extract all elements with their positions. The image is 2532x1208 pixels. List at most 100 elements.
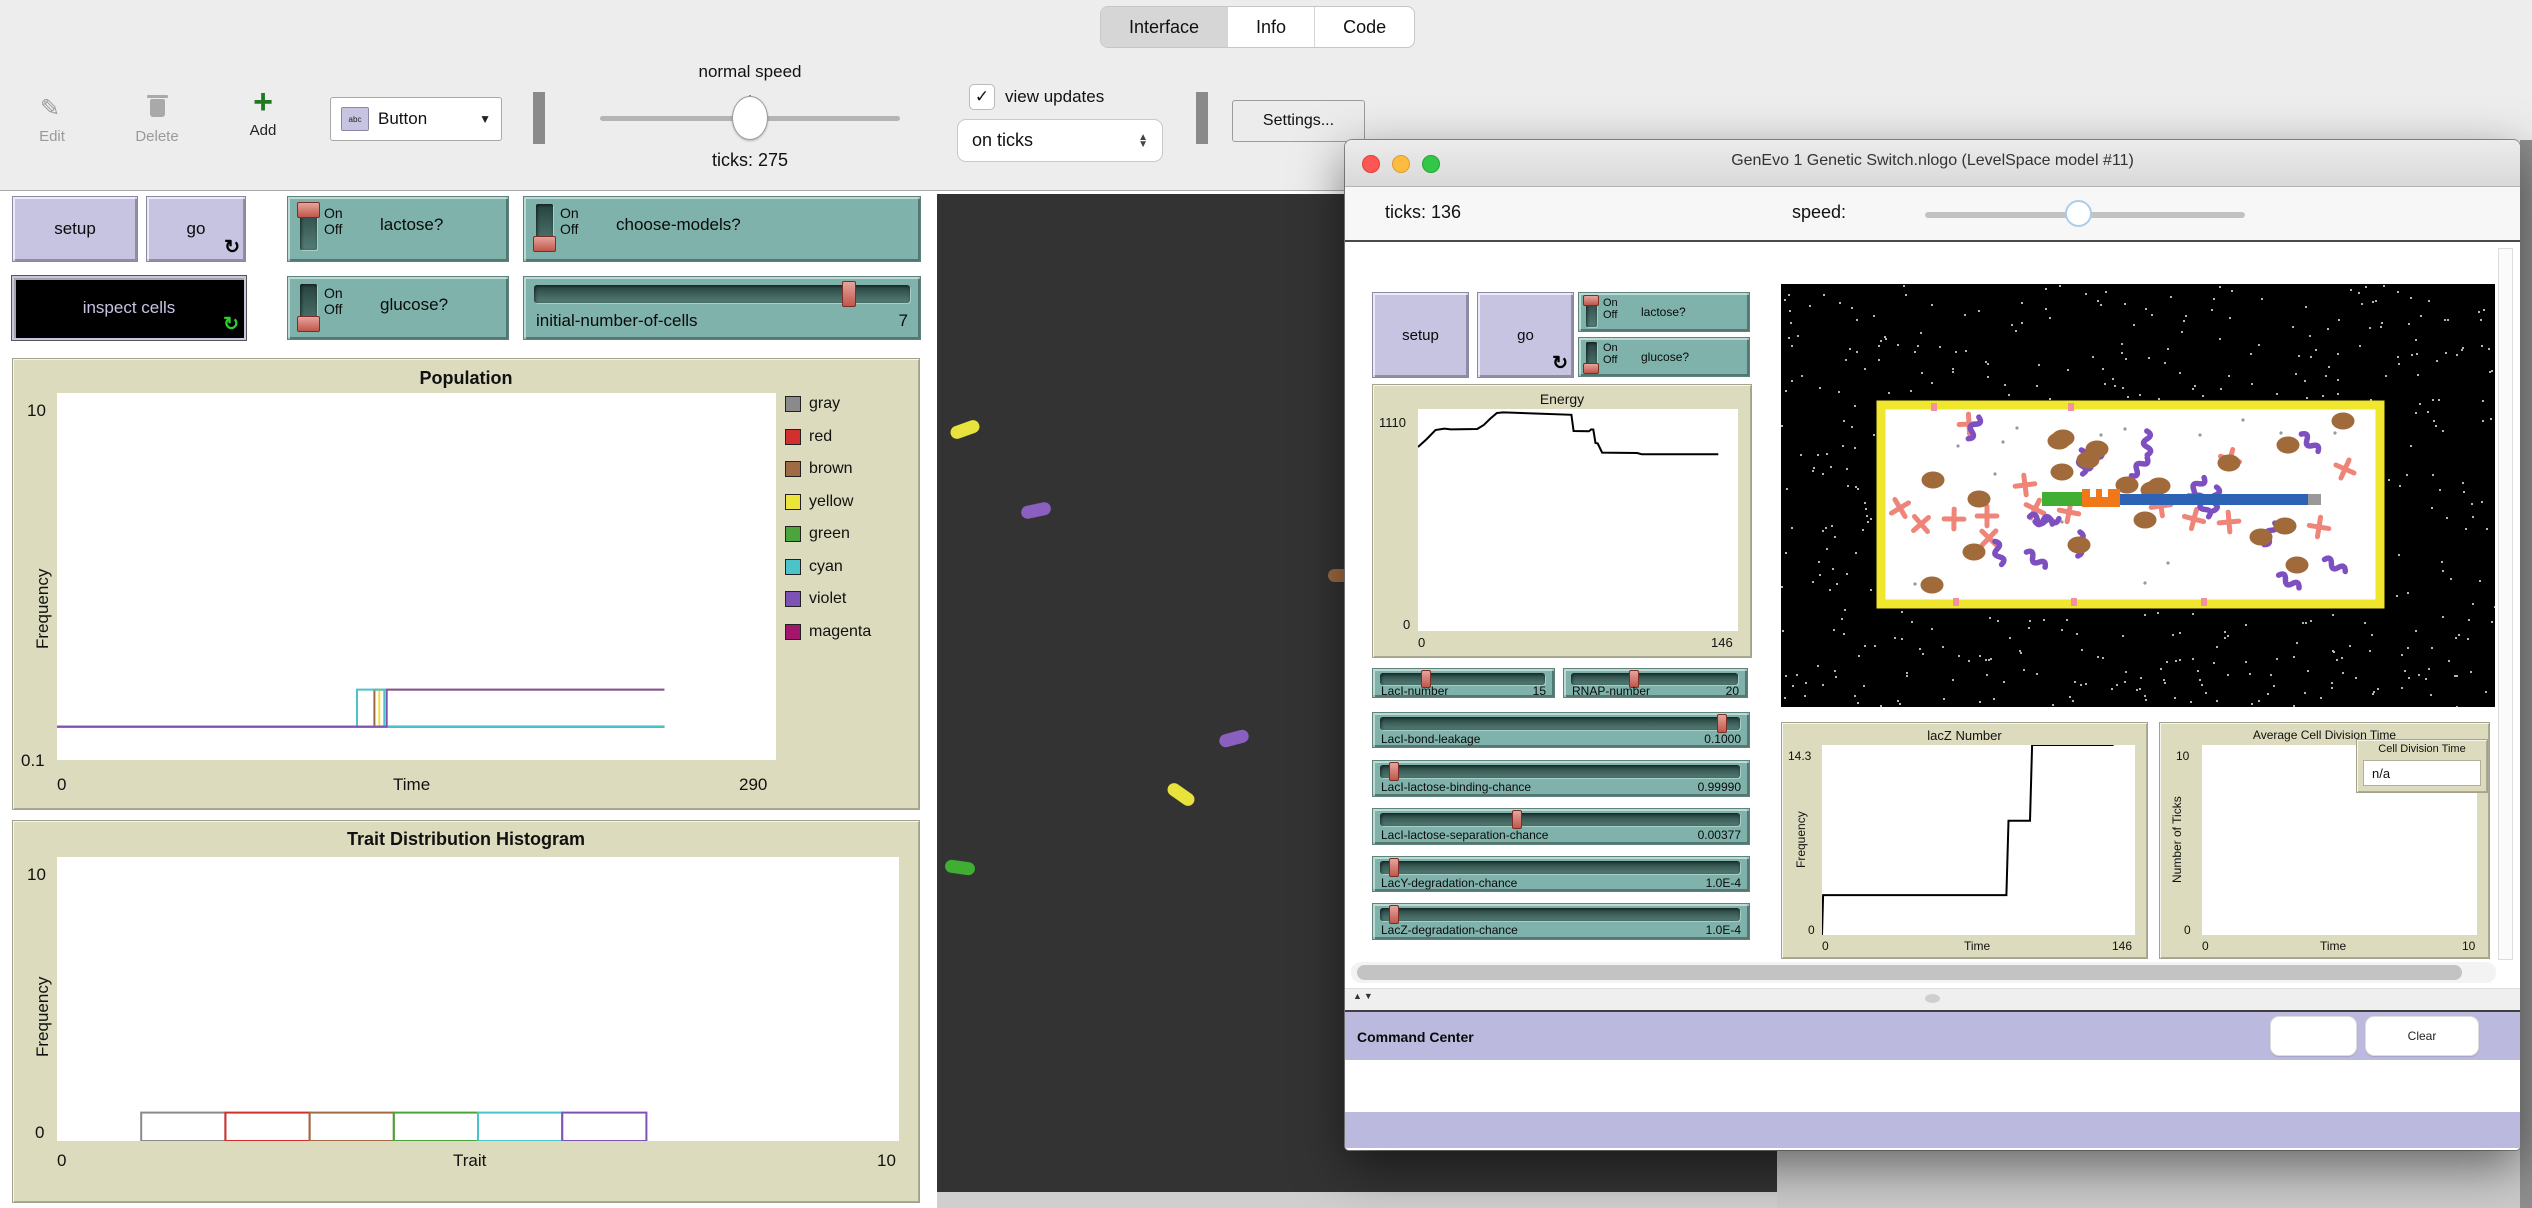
y-min-label: 0	[1808, 923, 1815, 937]
x-axis-label: Time	[1964, 939, 1991, 953]
forever-icon: ↻	[224, 237, 240, 258]
laci-number-slider[interactable]: LacI-number 15	[1372, 668, 1555, 698]
select-chevrons-icon: ▲ ▼	[1138, 131, 1148, 150]
rnap-number-slider[interactable]: RNAP-number 20	[1563, 668, 1748, 698]
slider-groove[interactable]	[1380, 908, 1740, 921]
netlogo-app: Interface Info Code ✎ Edit Delete + Add …	[0, 0, 2532, 1208]
x-max-label: 290	[739, 775, 768, 794]
laci-bond-leakage-slider[interactable]: LacI-bond-leakage 0.1000	[1372, 712, 1750, 748]
switch-toggle[interactable]	[1583, 295, 1599, 327]
on-label: On	[560, 205, 579, 221]
horizontal-scrollbar-thumb[interactable]	[1357, 965, 2462, 980]
cell[interactable]	[948, 418, 982, 441]
y-max-label: 10	[27, 865, 46, 884]
switch-knob[interactable]	[533, 236, 556, 252]
genevo-world-view[interactable]	[1781, 284, 2495, 707]
settings-button[interactable]: Settings...	[1232, 100, 1365, 142]
window-speed-slider-knob[interactable]	[2065, 200, 2092, 227]
switch-knob[interactable]	[297, 316, 320, 332]
hist-bar-brown	[308, 1111, 395, 1141]
inspect-cells-button[interactable]: inspect cells ↻	[11, 275, 247, 341]
initial-number-of-cells-slider[interactable]: initial-number-of-cells 7	[523, 276, 921, 340]
slider-value: 7	[898, 311, 908, 330]
splitter-arrows-icon[interactable]: ▲▼	[1353, 991, 1375, 1001]
tab-info[interactable]: Info	[1228, 7, 1316, 47]
series-cyan	[57, 688, 665, 728]
switch-toggle[interactable]	[1583, 342, 1599, 374]
slider-knob[interactable]	[1389, 905, 1399, 924]
toolbar-separator-2	[1196, 92, 1208, 144]
lactose-switch[interactable]: On Off lactose?	[287, 196, 509, 262]
legend-label: magenta	[809, 622, 872, 640]
laci-lactose-binding-chance-slider[interactable]: LacI-lactose-binding-chance 0.99990	[1372, 760, 1750, 797]
nutrient-molecule	[2050, 463, 2074, 481]
switch-knob[interactable]	[1583, 295, 1599, 306]
slider-knob[interactable]	[842, 281, 856, 307]
delete-button[interactable]: Delete	[132, 88, 182, 145]
add-button[interactable]: + Add	[238, 82, 288, 140]
lacy-degradation-chance-slider[interactable]: LacY-degradation-chance 1.0E-4	[1372, 856, 1750, 892]
setup-button[interactable]: setup	[1372, 292, 1469, 378]
cell[interactable]	[1217, 728, 1251, 749]
choose-models-switch[interactable]: On Off choose-models?	[523, 196, 921, 262]
nutrient-molecule	[2047, 432, 2071, 450]
plot-title: Energy	[1539, 391, 1585, 407]
slider-knob[interactable]	[1389, 762, 1399, 781]
glucose-switch[interactable]: On Off glucose?	[287, 276, 509, 340]
legend-swatch	[785, 623, 801, 640]
legend-item-brown: brown	[785, 460, 853, 478]
switch-toggle[interactable]	[533, 204, 556, 252]
on-label: On	[324, 285, 343, 301]
view-updates-checkbox[interactable]: ✓	[969, 84, 995, 110]
view-updates-control[interactable]: ✓ view updates	[969, 84, 1104, 110]
go-button[interactable]: go ↻	[1477, 292, 1574, 378]
add-label: Add	[249, 122, 277, 139]
go-button[interactable]: go ↻	[146, 196, 246, 262]
switch-toggle[interactable]	[297, 284, 320, 332]
vertical-scrollbar[interactable]	[2498, 248, 2513, 960]
command-center-output[interactable]	[1345, 1060, 2520, 1114]
laci-lactose-separation-chance-slider[interactable]: LacI-lactose-separation-chance 0.00377	[1372, 808, 1750, 845]
hist-bar-violet	[561, 1111, 648, 1141]
tab-code[interactable]: Code	[1315, 7, 1414, 47]
slider-knob[interactable]	[1717, 714, 1727, 733]
glucose-switch[interactable]: On Off glucose?	[1578, 337, 1750, 377]
window-titlebar[interactable]: GenEvo 1 Genetic Switch.nlogo (LevelSpac…	[1345, 140, 2520, 187]
check-icon: ✓	[974, 87, 990, 106]
edit-button[interactable]: ✎ Edit	[30, 88, 74, 146]
widget-type-value: Button	[378, 109, 428, 128]
nutrient-molecule	[2067, 536, 2091, 554]
lactose-switch[interactable]: On Off lactose?	[1578, 292, 1750, 332]
speed-slider-knob[interactable]	[732, 96, 768, 140]
slider-groove[interactable]	[1380, 717, 1740, 730]
cell[interactable]	[1164, 780, 1198, 809]
legend-swatch	[785, 428, 801, 445]
update-mode-select[interactable]: on ticks ▲ ▼	[957, 119, 1163, 162]
slider-groove[interactable]	[1380, 813, 1740, 826]
right-edge-scroll-area[interactable]	[2520, 140, 2532, 1208]
widget-type-select[interactable]: abc Button ▼	[330, 97, 502, 141]
button-widget-icon: abc	[341, 107, 369, 131]
switch-knob[interactable]	[297, 202, 320, 218]
tab-interface[interactable]: Interface	[1101, 7, 1229, 47]
clear-button[interactable]: Clear	[2365, 1016, 2479, 1056]
tab-bar: Interface Info Code	[1100, 6, 1416, 48]
slider-knob[interactable]	[1512, 810, 1522, 829]
setup-button[interactable]: setup	[12, 196, 138, 262]
slider-knob[interactable]	[1389, 858, 1399, 877]
nutrient-molecule	[1962, 543, 1986, 561]
switch-toggle[interactable]	[297, 202, 320, 250]
avg-cell-division-time-plot: Average Cell Division Time 10 0 Number o…	[2159, 722, 2490, 959]
cell[interactable]	[944, 858, 976, 877]
slider-value: 1.0E-4	[1705, 923, 1741, 937]
slider-groove[interactable]	[1380, 765, 1740, 778]
splitter-handle-icon[interactable]	[1925, 994, 1940, 1003]
slider-groove[interactable]	[1380, 861, 1740, 874]
command-center-blank-button[interactable]	[2270, 1016, 2357, 1056]
legend-label: violet	[809, 590, 847, 607]
cell[interactable]	[1019, 501, 1053, 520]
lacz-degradation-chance-slider[interactable]: LacZ-degradation-chance 1.0E-4	[1372, 903, 1750, 940]
energy-plot: Energy 1110 0 0 146	[1372, 384, 1752, 658]
switch-knob[interactable]	[1583, 363, 1599, 374]
slider-value: 20	[1725, 684, 1739, 698]
